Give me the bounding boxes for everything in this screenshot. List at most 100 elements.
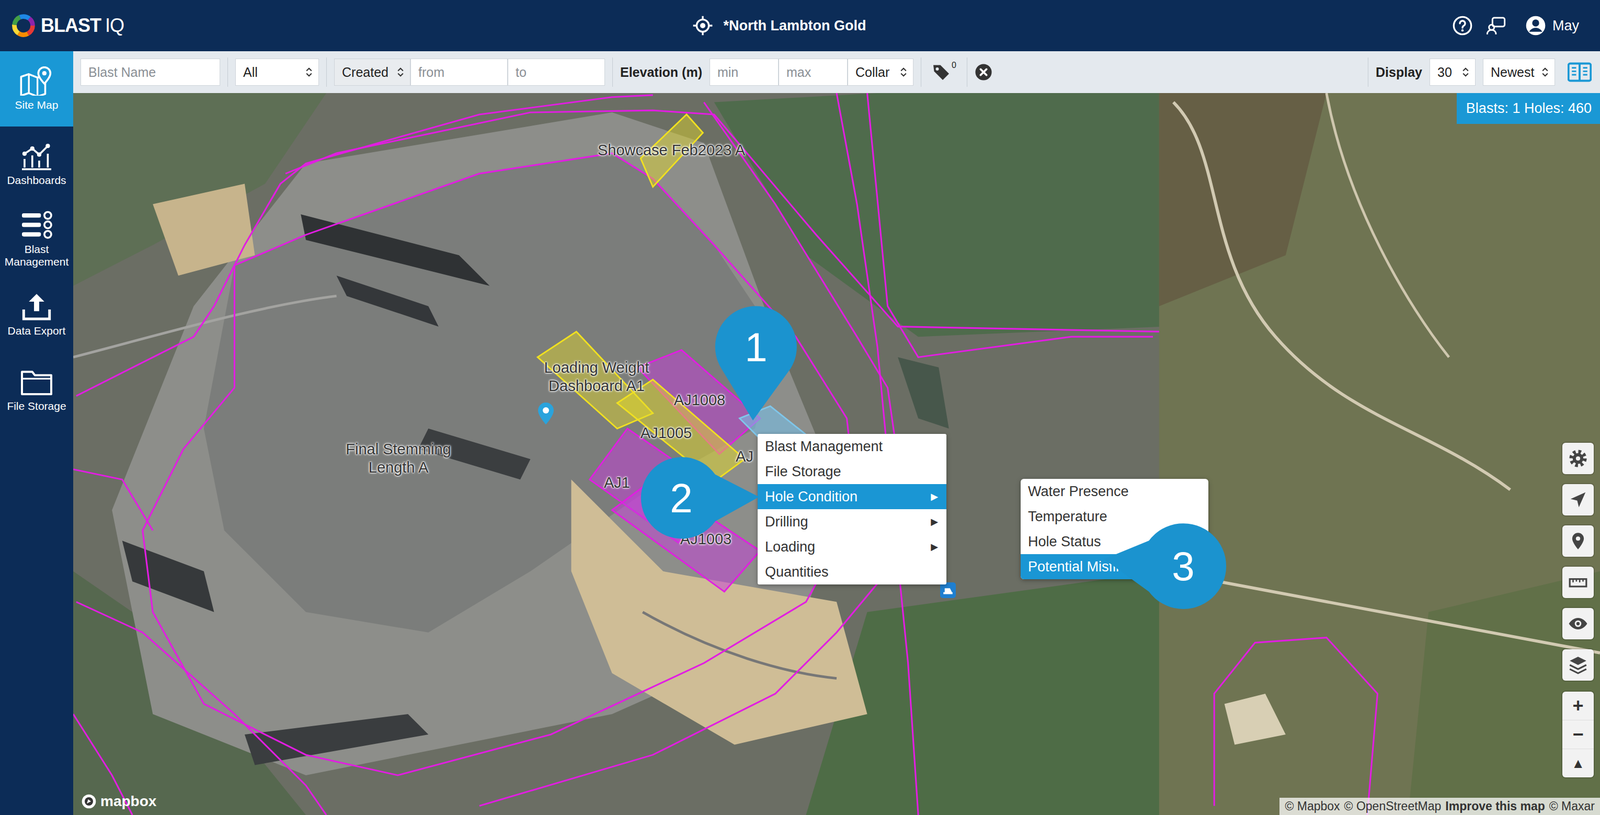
- elevation-filter: Collar: [709, 58, 914, 86]
- attribution-link[interactable]: © Mapbox: [1284, 799, 1340, 814]
- select-value: 30: [1437, 64, 1453, 80]
- sidebar-item[interactable]: Blast Management: [0, 201, 74, 278]
- measure-button[interactable]: [1562, 566, 1594, 599]
- submenu-item[interactable]: Water Presence: [1020, 478, 1209, 505]
- navigate-button[interactable]: [1562, 484, 1594, 516]
- sidebar-item[interactable]: Data Export: [0, 277, 74, 353]
- sidebar-label: Dashboards: [6, 174, 66, 187]
- zoom-button[interactable]: −: [1562, 720, 1594, 750]
- mapbox-icon: [80, 793, 98, 810]
- blast-label[interactable]: Final Stemming Length A: [330, 440, 467, 477]
- clear-filters-icon[interactable]: [974, 63, 993, 82]
- divider: [326, 57, 327, 87]
- divider: [1367, 57, 1369, 87]
- locate-button[interactable]: [1562, 525, 1594, 557]
- location-pin-icon[interactable]: [538, 402, 554, 425]
- site-map[interactable]: Showcase Feb2023 A Loading Weight Dashboa…: [73, 93, 1600, 815]
- list-icon: [19, 210, 54, 240]
- menu-item-label: Blast Management: [764, 438, 883, 455]
- zoom-controls: +−▲: [1562, 691, 1594, 778]
- settings-button[interactable]: [1562, 442, 1594, 475]
- folder-icon: [19, 367, 54, 397]
- callout-number: 1: [744, 323, 768, 372]
- equipment-marker-icon[interactable]: [940, 582, 956, 599]
- menu-item-label: File Storage: [764, 463, 842, 480]
- elevation-label: Elevation (m): [620, 64, 703, 80]
- submenu-item[interactable]: Temperature: [1020, 504, 1209, 530]
- elevation-min-input[interactable]: [709, 58, 779, 86]
- navigation-arrow-icon: [1568, 489, 1588, 510]
- tag-filter-button[interactable]: 0: [928, 62, 960, 82]
- site-selector[interactable]: *North Lambton Gold: [692, 15, 867, 37]
- tag-count: 0: [951, 60, 957, 71]
- tag-icon: [931, 62, 951, 82]
- submenu-arrow: ▶: [930, 541, 939, 553]
- elevation-reference-select[interactable]: Collar: [847, 58, 914, 86]
- context-menu-item[interactable]: Hole Condition ▶: [757, 484, 947, 510]
- logo[interactable]: BLASTIQ: [10, 12, 693, 39]
- context-menu-item[interactable]: Drilling ▶: [757, 509, 947, 535]
- help-icon[interactable]: [1452, 15, 1473, 37]
- context-menu-item[interactable]: Blast Management: [757, 433, 947, 460]
- context-menu-item[interactable]: File Storage: [757, 459, 947, 485]
- blast-label[interactable]: AJ: [733, 447, 757, 466]
- callout-shape: [715, 306, 797, 421]
- site-map-icon: [19, 66, 54, 96]
- user-avatar-icon: [1525, 15, 1547, 37]
- zoom-button[interactable]: ▲: [1562, 749, 1594, 778]
- date-filter: Created: [334, 58, 605, 86]
- location-pin-icon: [1568, 531, 1588, 552]
- select-value: Created: [341, 64, 389, 80]
- updown-icon: [305, 66, 313, 78]
- elevation-max-input[interactable]: [778, 58, 848, 86]
- blast-label[interactable]: AJ1003: [653, 530, 759, 549]
- map-attribution: © Mapbox © OpenStreetMapImprove this map ©…: [1279, 797, 1600, 815]
- app: BLASTIQ *North Lambton Gold May Site Map…: [0, 0, 1600, 815]
- blast-name-input[interactable]: [80, 58, 221, 86]
- attribution-link[interactable]: Improve this map: [1445, 799, 1545, 814]
- date-from-input[interactable]: [410, 58, 508, 86]
- support-chat-icon[interactable]: [1485, 15, 1507, 37]
- blast-label[interactable]: Loading Weight Dashboard A1: [531, 358, 662, 396]
- attribution-link[interactable]: © Maxar: [1549, 799, 1595, 814]
- menu-item-label: Water Presence: [1027, 483, 1129, 500]
- callout-number: 3: [1171, 542, 1195, 591]
- callout-shape: [641, 456, 760, 539]
- updown-icon: [1462, 66, 1469, 78]
- mapbox-logo[interactable]: mapbox: [80, 793, 157, 810]
- blast-label[interactable]: AJ1: [601, 473, 633, 493]
- gear-icon: [1568, 448, 1588, 469]
- context-menu-item[interactable]: Loading ▶: [757, 534, 947, 560]
- book-icon[interactable]: [1567, 61, 1592, 83]
- divider: [966, 57, 968, 87]
- menu-item-label: Hole Condition: [764, 488, 858, 506]
- submenu-arrow: ▶: [930, 490, 939, 503]
- blast-label[interactable]: Showcase Feb2023 A: [561, 141, 782, 160]
- select-value: Collar: [855, 64, 890, 80]
- context-menu-item[interactable]: Quantities: [757, 559, 947, 585]
- attribution-link[interactable]: © OpenStreetMap: [1344, 799, 1442, 814]
- context-menu: Blast Management File Storage Hole Condi…: [757, 433, 947, 585]
- layers-button[interactable]: [1562, 649, 1594, 681]
- display-count-select[interactable]: 30: [1429, 58, 1476, 86]
- display-label: Display: [1375, 64, 1423, 80]
- summary-badge: Blasts: 1 Holes: 460: [1456, 93, 1600, 124]
- top-actions: May: [897, 15, 1580, 37]
- sidebar-item[interactable]: Dashboards: [0, 126, 74, 202]
- menu-item-label: Hole Status: [1027, 533, 1102, 551]
- type-select[interactable]: All: [235, 58, 319, 86]
- divider: [920, 57, 922, 87]
- display-order-select[interactable]: Newest: [1482, 58, 1556, 86]
- sidebar-item[interactable]: Site Map: [0, 51, 74, 127]
- zoom-button[interactable]: +: [1562, 691, 1594, 721]
- filter-bar: All Created Elevation (m) Collar 0 Displ…: [73, 51, 1600, 94]
- blast-label[interactable]: AJ1008: [647, 391, 752, 410]
- date-field-select[interactable]: Created: [334, 58, 411, 86]
- sidebar-item[interactable]: File Storage: [0, 352, 74, 428]
- user-menu[interactable]: May: [1525, 15, 1580, 37]
- date-to-input[interactable]: [507, 58, 605, 86]
- blast-label[interactable]: AJ1005: [613, 424, 719, 443]
- visibility-button[interactable]: [1562, 608, 1594, 640]
- site-name: *North Lambton Gold: [723, 17, 867, 34]
- updown-icon: [900, 66, 907, 78]
